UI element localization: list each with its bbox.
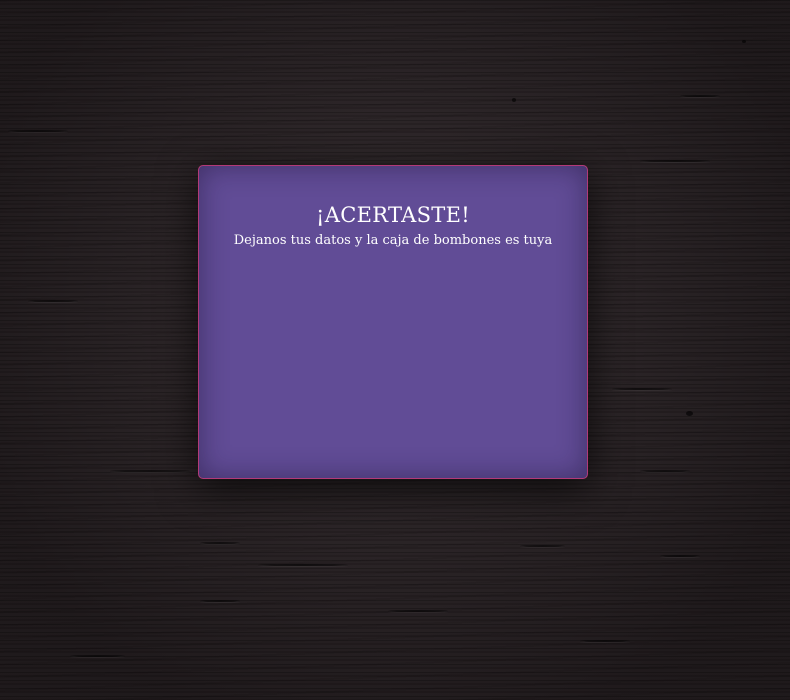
success-modal: ¡ACERTASTE! Dejanos tus datos y la caja … xyxy=(198,165,588,479)
modal-title: ¡ACERTASTE! xyxy=(316,203,470,227)
modal-subtitle: Dejanos tus datos y la caja de bombones … xyxy=(233,233,553,248)
